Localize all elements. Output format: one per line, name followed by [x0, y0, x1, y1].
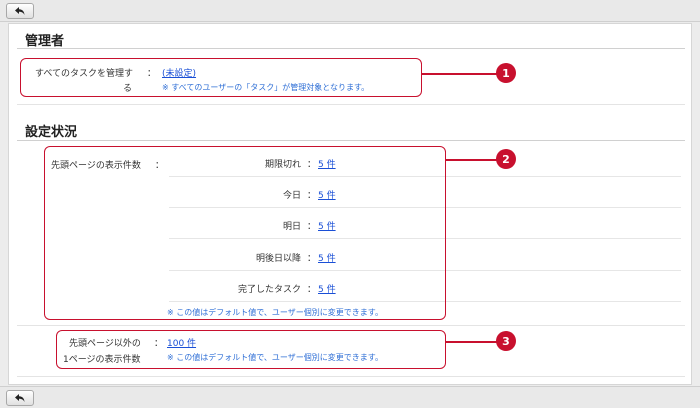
admin-section-bottom-divider [17, 104, 685, 105]
other-pages-bottom-divider [17, 376, 685, 377]
callout-box-3 [56, 330, 446, 369]
callout-marker-1: 1 [496, 63, 516, 83]
first-page-bottom-divider [17, 325, 685, 326]
settings-title-divider [17, 140, 685, 141]
bottom-toolbar [0, 386, 700, 408]
settings-panel: 管理者 すべてのタスクを管理す る ： (未設定) ※ すべてのユーザーの「タス… [8, 23, 692, 385]
callout-connector-1 [422, 73, 498, 75]
callout-connector-3 [446, 341, 498, 343]
callout-marker-2: 2 [496, 149, 516, 169]
back-arrow-icon [15, 394, 25, 402]
admin-title-divider [17, 48, 685, 49]
callout-box-2 [44, 146, 446, 320]
back-arrow-icon [15, 7, 25, 15]
settings-section-title: 設定状況 [25, 125, 78, 140]
callout-box-1 [20, 58, 422, 97]
admin-section-title: 管理者 [25, 34, 65, 49]
callout-marker-3: 3 [496, 331, 516, 351]
back-button-bottom[interactable] [6, 390, 34, 406]
top-toolbar [0, 0, 700, 22]
back-button[interactable] [6, 3, 34, 19]
callout-connector-2 [446, 159, 498, 161]
